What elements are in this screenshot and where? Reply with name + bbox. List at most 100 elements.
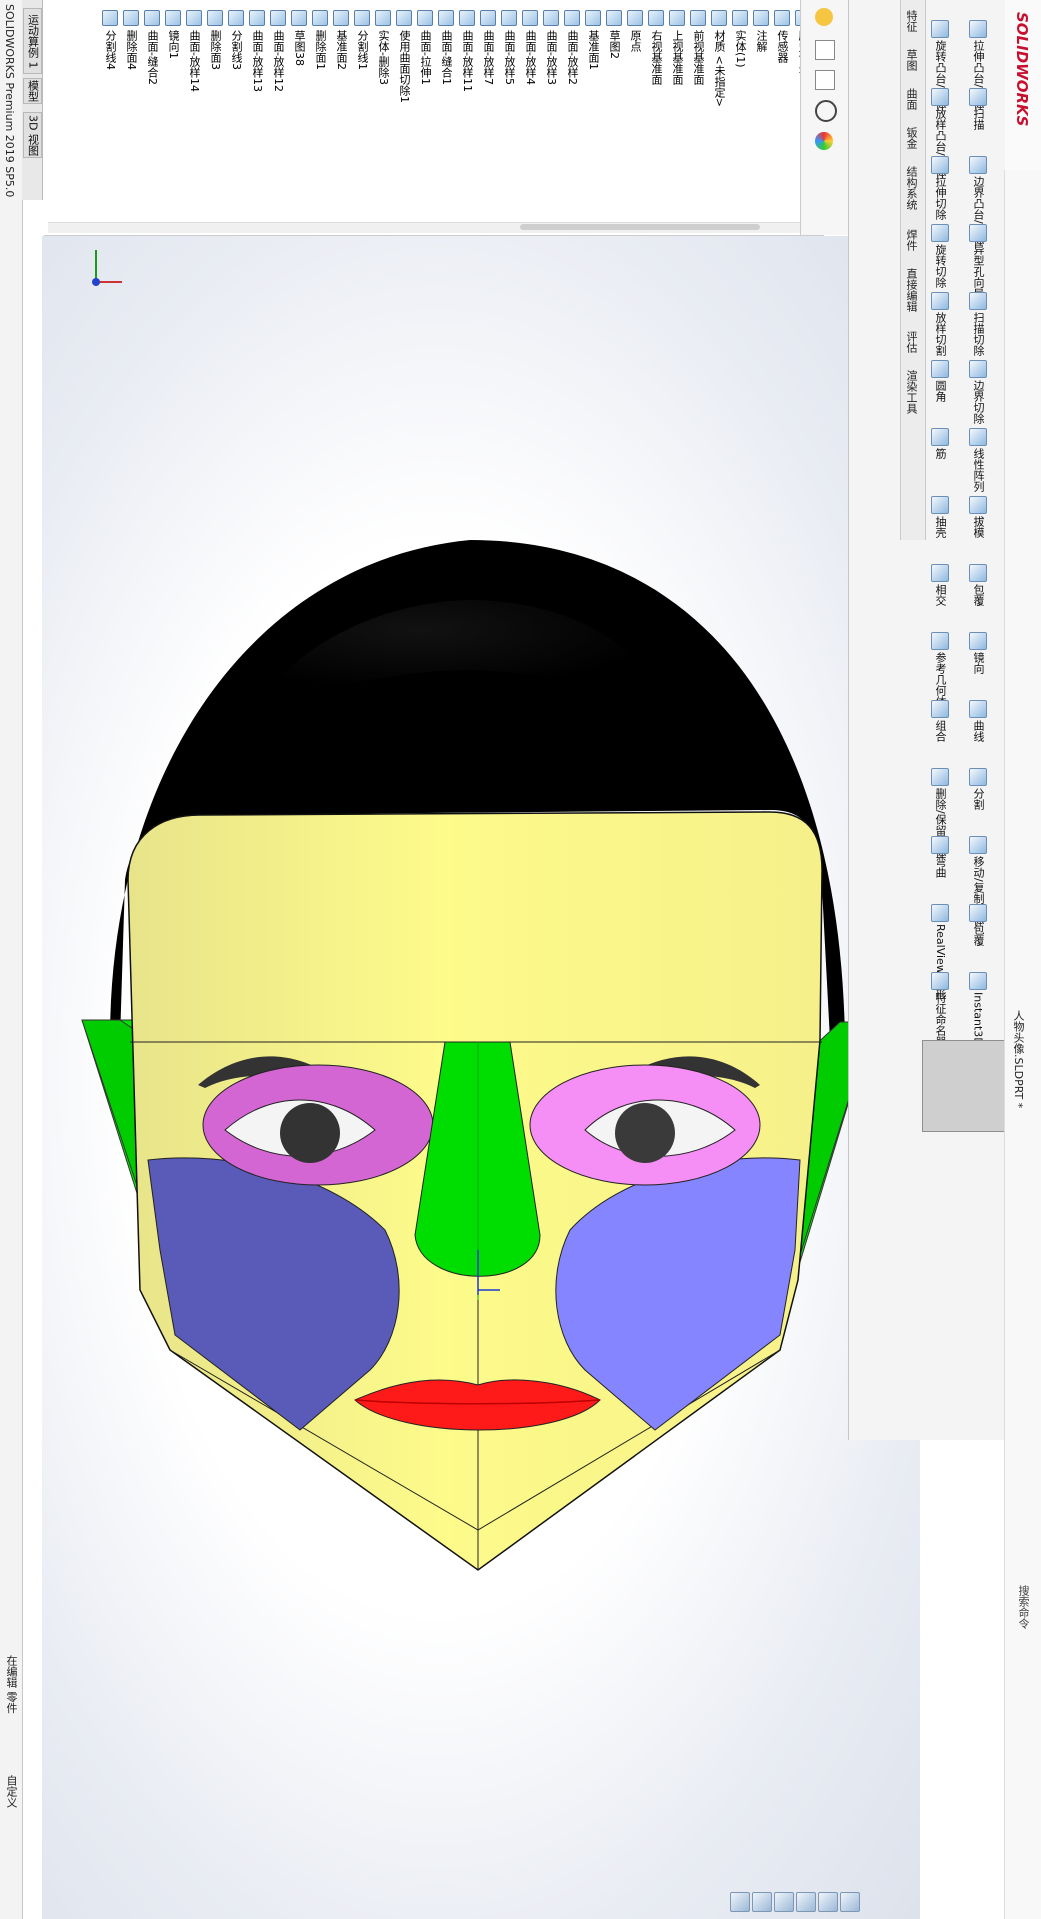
ribbon-tab[interactable]: 曲面	[903, 88, 919, 110]
decal-icon[interactable]	[774, 1892, 794, 1912]
left-pupil[interactable]	[280, 1103, 340, 1163]
tree-node[interactable]: 曲面-缝合2	[142, 8, 162, 223]
tree-node[interactable]: 曲面-放样2	[562, 8, 582, 223]
feature-icon	[480, 10, 496, 26]
ribbon-button[interactable]: 扫描切除	[969, 292, 987, 356]
custom-properties-icon[interactable]	[818, 1892, 838, 1912]
tree-node-label: 草图38	[293, 30, 306, 66]
ribbon-tab[interactable]: 草图	[903, 49, 919, 71]
tree-node[interactable]: 曲面-放样11	[457, 8, 477, 223]
ribbon-button[interactable]: 异型孔向导	[969, 224, 987, 299]
ribbon-button[interactable]: 曲线	[969, 700, 987, 742]
tree-node[interactable]: 草图2	[604, 8, 624, 223]
ribbon-button[interactable]: 特征命名器	[931, 972, 949, 1047]
ribbon-button[interactable]: 组合	[931, 700, 949, 742]
tab-motion-study[interactable]: 运动算例 1	[23, 8, 42, 74]
tree-node[interactable]: 基准面1	[583, 8, 603, 223]
tree-node[interactable]: 传感器	[772, 8, 792, 223]
ribbon-button[interactable]: 参考几何体	[931, 632, 949, 707]
dim-xpert-icon[interactable]	[815, 100, 837, 122]
ribbon-button[interactable]: 包覆	[969, 904, 987, 946]
ribbon-button[interactable]: 抽壳	[931, 496, 949, 538]
view-triad[interactable]	[92, 250, 122, 286]
tree-node[interactable]: 曲面-缝合1	[436, 8, 456, 223]
ribbon-button[interactable]: 边界切除	[969, 360, 987, 424]
revolve-boss-icon	[931, 20, 949, 38]
ribbon-button[interactable]: 镜向	[969, 632, 987, 674]
tree-node[interactable]: 前视基准面	[688, 8, 708, 223]
ribbon-button[interactable]: 筋	[931, 428, 949, 459]
units-selector[interactable]: 自定义	[3, 1775, 19, 1808]
scrollbar-thumb[interactable]	[520, 224, 760, 230]
filter-icon[interactable]	[815, 8, 833, 26]
tree-node[interactable]: 分割线4	[100, 8, 120, 223]
tab-3d-view[interactable]: 3D 视图	[23, 112, 42, 158]
tree-node[interactable]: 草图38	[289, 8, 309, 223]
ribbon-button[interactable]: 圆角	[931, 360, 949, 402]
revolve-cut-icon	[931, 224, 949, 242]
tree-node[interactable]: 注解	[751, 8, 771, 223]
ribbon-button[interactable]: Instant3D	[969, 972, 987, 1046]
tree-node[interactable]: 上视基准面	[667, 8, 687, 223]
tree-node[interactable]: 原点	[625, 8, 645, 223]
tree-node[interactable]: 分割线3	[226, 8, 246, 223]
ribbon-tab[interactable]: 渲染工具	[903, 370, 919, 414]
ribbon-tab[interactable]: 评估	[903, 331, 919, 353]
tree-node[interactable]: 删除面3	[205, 8, 225, 223]
ribbon-button[interactable]: 分割	[969, 768, 987, 810]
table-icon[interactable]	[730, 1892, 750, 1912]
tree-node[interactable]: 使用曲面切除1	[394, 8, 414, 223]
ribbon-tab[interactable]: 结构系统	[903, 166, 919, 210]
ribbon-tab[interactable]: 直接编辑	[903, 268, 919, 312]
ribbon-button[interactable]: 拉伸切除	[931, 156, 949, 220]
configuration-manager-icon[interactable]	[815, 70, 835, 90]
instant3d-toggle[interactable]	[922, 1040, 1006, 1132]
ribbon-button[interactable]: 旋转切除	[931, 224, 949, 288]
ribbon-button-label: 拔模	[972, 516, 985, 538]
ribbon-button[interactable]: 扫描	[969, 88, 987, 130]
right-pupil[interactable]	[615, 1103, 675, 1163]
appearance-icon[interactable]	[752, 1892, 772, 1912]
model-canvas[interactable]	[42, 236, 920, 1919]
tree-node[interactable]: 分割线1	[352, 8, 372, 223]
ribbon-button[interactable]: 线性阵列	[969, 428, 987, 492]
tree-node[interactable]: 实体(1)	[730, 8, 750, 223]
tree-node[interactable]: 基准面2	[331, 8, 351, 223]
tree-node[interactable]: 镜向1	[163, 8, 183, 223]
tab-model[interactable]: 模型	[23, 78, 42, 104]
ribbon-button-label: 放样切割	[934, 312, 947, 356]
tree-node[interactable]: 曲面-放样4	[520, 8, 540, 223]
curves-icon	[969, 700, 987, 718]
property-manager-icon[interactable]	[815, 40, 835, 60]
loft-cut-icon	[931, 292, 949, 310]
graphics-area[interactable]	[42, 236, 920, 1919]
feature-icon	[333, 10, 349, 26]
feature-icon	[207, 10, 223, 26]
ribbon-button[interactable]: 弯曲	[931, 836, 949, 878]
ribbon-tab[interactable]: 特征	[903, 10, 919, 32]
tree-node[interactable]: 右视基准面	[646, 8, 666, 223]
tree-node[interactable]: 曲面-放样12	[268, 8, 288, 223]
tree-node[interactable]: 曲面-放样5	[499, 8, 519, 223]
ribbon-tab[interactable]: 钣金	[903, 127, 919, 149]
tree-node[interactable]: 材质 <未指定>	[709, 8, 729, 223]
ribbon-button[interactable]: 放样切割	[931, 292, 949, 356]
tree-node[interactable]: 曲面-放样7	[478, 8, 498, 223]
ribbon-button[interactable]: 相交	[931, 564, 949, 606]
tree-node[interactable]: 曲面-放样13	[247, 8, 267, 223]
boundary-icon	[969, 156, 987, 174]
tree-node[interactable]: 实体-删除3	[373, 8, 393, 223]
tree-node[interactable]: 删除面1	[310, 8, 330, 223]
tree-node[interactable]: 曲面-拉伸1	[415, 8, 435, 223]
tree-node[interactable]: 曲面-放样3	[541, 8, 561, 223]
scene-icon[interactable]	[796, 1892, 816, 1912]
expand-icon[interactable]	[840, 1892, 860, 1912]
tree-node[interactable]: 删除面4	[121, 8, 141, 223]
ribbon-tab[interactable]: 焊件	[903, 229, 919, 251]
ribbon-button-label: 筋	[934, 448, 947, 459]
ribbon-button[interactable]: 拔模	[969, 496, 987, 538]
display-manager-icon[interactable]	[815, 132, 833, 150]
search-commands-input[interactable]: 搜索命令	[1015, 1585, 1031, 1629]
ribbon-button[interactable]: 包覆	[969, 564, 987, 606]
tree-node[interactable]: 曲面-放样14	[184, 8, 204, 223]
